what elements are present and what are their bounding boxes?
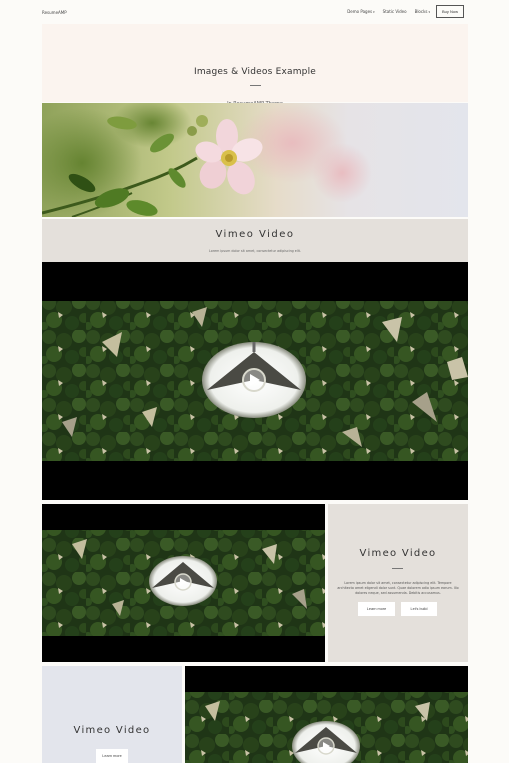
- card-title: Vimeo Video: [359, 548, 437, 559]
- nav-menu: Demo Pages ▾ Static Video Blocks ▾ Buy Now: [339, 5, 464, 18]
- nav-item-blocks[interactable]: Blocks ▾: [415, 9, 430, 14]
- lets-build-button[interactable]: Let's build: [401, 602, 437, 616]
- vimeo-video-player-bottom[interactable]: [185, 666, 468, 763]
- vimeo-video-player-small[interactable]: [42, 504, 325, 662]
- divider: [392, 568, 403, 569]
- section-title: Vimeo Video: [215, 229, 295, 240]
- learn-more-button[interactable]: Learn more: [358, 602, 395, 616]
- vimeo-video-player[interactable]: [42, 262, 468, 500]
- vimeo-video-card: Vimeo Video Lorem ipsum dolor sit amet, …: [328, 504, 468, 662]
- divider: [250, 85, 261, 86]
- buy-now-button[interactable]: Buy Now: [436, 5, 464, 18]
- nav-item-demo-pages[interactable]: Demo Pages ▾: [347, 9, 374, 14]
- page-title: Images & Videos Example: [193, 67, 317, 77]
- nav-item-static-video[interactable]: Static Video: [383, 9, 407, 14]
- card-text: Lorem ipsum dolor sit amet, consectetur …: [337, 581, 459, 595]
- vimeo-section-header: Vimeo Video Lorem ipsum dolor sit amet, …: [42, 219, 468, 262]
- chevron-down-icon: ▾: [373, 9, 375, 14]
- top-nav: ResumeAMP Demo Pages ▾ Static Video Block…: [0, 0, 509, 24]
- site-logo[interactable]: ResumeAMP: [42, 10, 67, 15]
- vimeo-video-card-left: Vimeo Video Learn more: [42, 666, 182, 763]
- flower-image: [42, 103, 468, 217]
- card-title: Vimeo Video: [73, 725, 151, 736]
- section-subtitle: Lorem ipsum dolor sit amet, consectetur …: [208, 249, 301, 253]
- learn-more-button[interactable]: Learn more: [96, 749, 128, 763]
- chevron-down-icon: ▾: [428, 9, 430, 14]
- hero-banner: Images & Videos Example In ResumeAMP The…: [42, 24, 468, 107]
